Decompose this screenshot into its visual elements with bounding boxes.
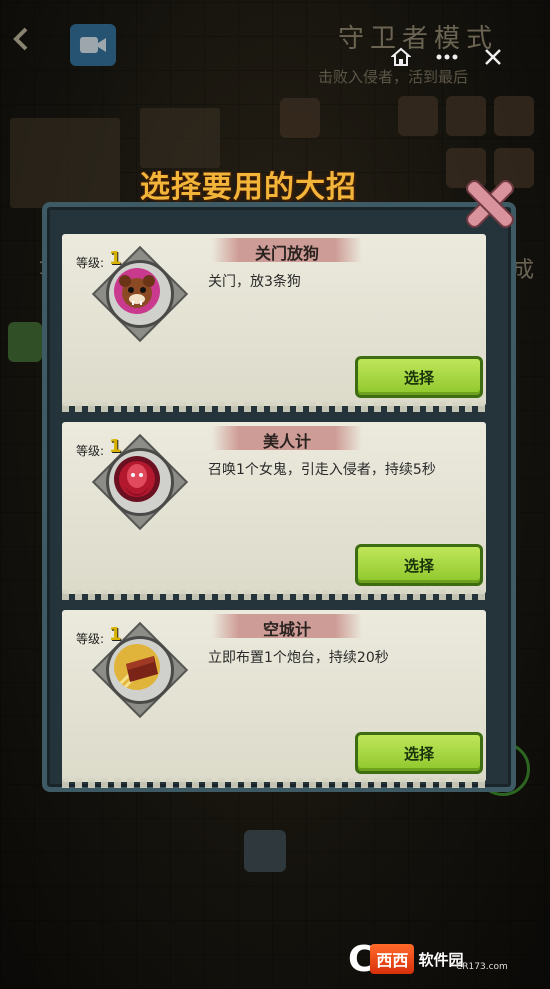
dialog-title: 选择要用的大招 bbox=[140, 170, 357, 205]
background-avatar bbox=[494, 96, 534, 136]
dialog-close-button[interactable] bbox=[464, 178, 514, 228]
chat-button[interactable] bbox=[8, 322, 42, 362]
video-button[interactable] bbox=[70, 24, 116, 66]
torn-edge bbox=[62, 778, 486, 788]
dog-icon bbox=[114, 268, 160, 314]
background-avatar bbox=[446, 96, 486, 136]
background-avatar bbox=[280, 98, 320, 138]
background-character bbox=[244, 830, 286, 872]
level-label: 等级: bbox=[76, 444, 105, 458]
skill-name: 空城计 bbox=[262, 620, 311, 639]
ghost-girl-icon bbox=[114, 456, 160, 502]
background-building bbox=[10, 118, 120, 208]
torn-edge bbox=[62, 402, 486, 412]
home-button[interactable] bbox=[388, 44, 414, 70]
skill-description: 关门，放3条狗 bbox=[208, 274, 301, 290]
select-button[interactable]: 选择 bbox=[355, 544, 483, 586]
mini-program-capsule bbox=[388, 44, 506, 70]
select-button[interactable]: 选择 bbox=[355, 732, 483, 774]
background-wall bbox=[140, 108, 220, 168]
level-label: 等级: bbox=[76, 256, 105, 270]
chevron-left-icon bbox=[13, 27, 28, 51]
turret-icon bbox=[114, 644, 160, 690]
skill-card: 关门放狗 等级: 1 关门，放3条狗 选择 bbox=[62, 234, 486, 412]
close-icon bbox=[485, 49, 501, 65]
more-button[interactable] bbox=[434, 44, 460, 70]
watermark: C 西西 软件园 bbox=[348, 938, 530, 980]
watermark-brand: 西西 bbox=[370, 944, 415, 974]
home-icon bbox=[391, 47, 411, 66]
skill-card: 美人计 等级: 1 召唤1个女鬼，引走入侵者，持续5秒 选择 bbox=[62, 422, 486, 600]
torn-edge bbox=[62, 590, 486, 600]
skill-card: 空城计 等级: 1 立即布置1个炮台，持续20秒 选择 bbox=[62, 610, 486, 788]
back-button[interactable] bbox=[10, 26, 36, 52]
skill-description: 立即布置1个炮台，持续20秒 bbox=[208, 650, 389, 666]
close-button[interactable] bbox=[480, 44, 506, 70]
more-icon bbox=[436, 54, 458, 60]
level-label: 等级: bbox=[76, 632, 105, 646]
watermark-url: CR173.com bbox=[456, 962, 508, 972]
video-camera-icon bbox=[80, 37, 106, 53]
skill-name: 关门放狗 bbox=[254, 244, 319, 263]
skill-name: 美人计 bbox=[262, 432, 311, 451]
select-button[interactable]: 选择 bbox=[355, 356, 483, 398]
skill-icon-frame bbox=[91, 621, 189, 719]
skill-description: 召唤1个女鬼，引走入侵者，持续5秒 bbox=[208, 462, 436, 478]
skill-icon-frame bbox=[91, 245, 189, 343]
background-avatar bbox=[398, 96, 438, 136]
skill-icon-frame bbox=[91, 433, 189, 531]
